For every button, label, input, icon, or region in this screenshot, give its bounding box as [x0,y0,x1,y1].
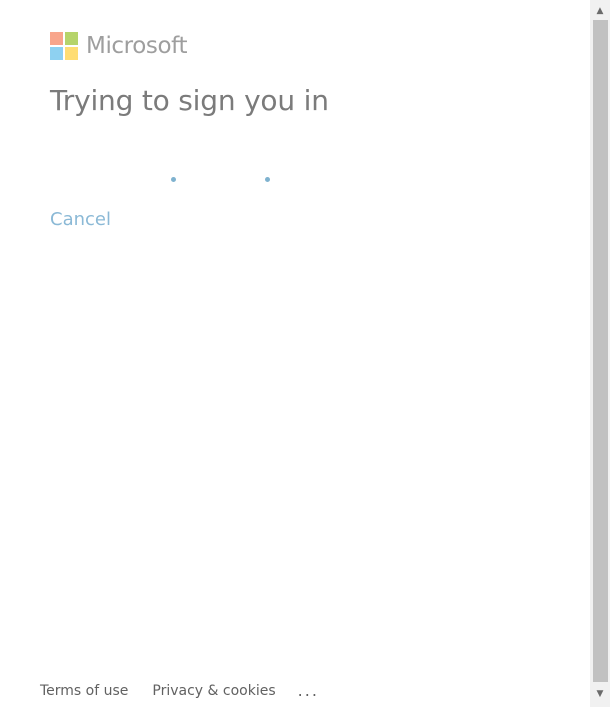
cancel-link[interactable]: Cancel [50,208,111,232]
sign-in-page: Microsoft Trying to sign you in Cancel T… [0,0,610,707]
microsoft-logo: Microsoft [50,32,187,60]
progress-dot [171,177,176,182]
scroll-down-icon[interactable]: ▼ [590,685,610,703]
terms-of-use-link[interactable]: Terms of use [40,681,128,701]
microsoft-logo-icon [50,32,78,60]
page-title: Trying to sign you in [50,84,329,117]
progress-indicator [50,170,370,190]
logo-square-green [65,32,78,45]
vertical-scrollbar[interactable]: ▲ ▼ [590,0,610,707]
logo-square-blue [50,47,63,60]
progress-dot [265,177,270,182]
logo-square-red [50,32,63,45]
scroll-up-icon[interactable]: ▲ [590,2,610,20]
logo-square-yellow [65,47,78,60]
more-options-button[interactable]: ... [298,681,319,700]
privacy-cookies-link[interactable]: Privacy & cookies [152,681,275,701]
footer: Terms of use Privacy & cookies ... [40,681,319,701]
scrollbar-thumb[interactable] [593,20,608,682]
brand-name: Microsoft [86,33,188,59]
